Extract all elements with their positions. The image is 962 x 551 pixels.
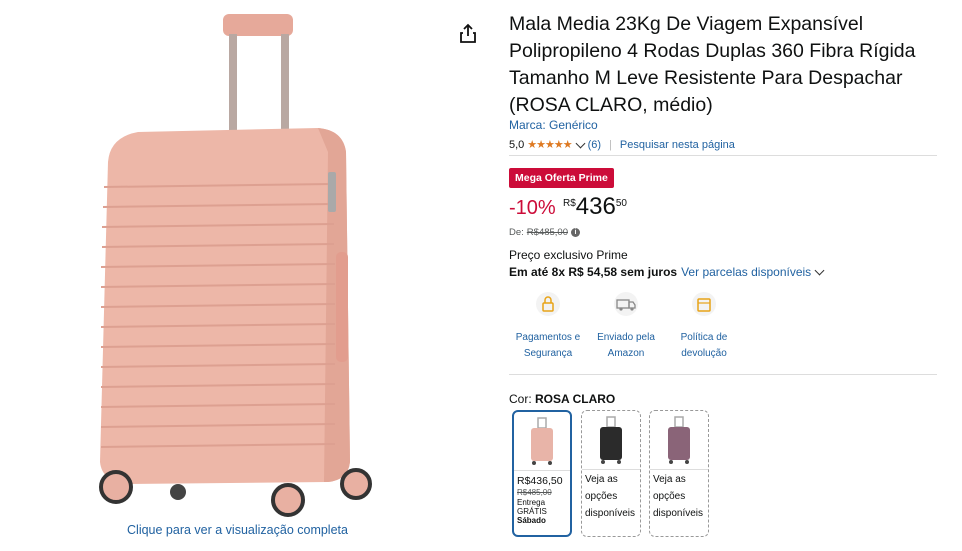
return-box-icon	[692, 292, 716, 316]
price-fraction: 50	[615, 198, 627, 209]
color-label: Cor:	[509, 392, 532, 406]
price-whole: 436	[575, 193, 616, 220]
swatch-day: Sábado	[517, 516, 546, 525]
divider	[509, 155, 937, 156]
trust-returns-line1: Política de	[680, 332, 728, 343]
price: R$ 436 50	[563, 194, 627, 220]
color-swatch-black[interactable]: Veja as opções disponíveis	[581, 410, 641, 537]
chevron-down-icon[interactable]	[575, 138, 586, 148]
list-price-label: De:	[509, 227, 524, 238]
review-count-link[interactable]: (6)	[588, 139, 601, 151]
trust-payments-line1: Pagamentos e	[515, 332, 581, 343]
color-selector-label: Cor: ROSA CLARO	[509, 392, 615, 406]
swatch-availability-1: Veja as	[653, 474, 686, 485]
swatch-availability-1: Veja as	[585, 474, 618, 485]
trust-returns[interactable]: Política de devolução	[664, 292, 744, 362]
product-title: Mala Media 23Kg De Viagem Expansível Pol…	[509, 13, 916, 116]
lock-icon	[536, 292, 560, 316]
swatch-delivery: Entrega	[517, 498, 546, 507]
delivery-truck-icon	[614, 292, 638, 316]
installments-link[interactable]: Ver parcelas disponíveis	[681, 265, 811, 279]
info-icon[interactable]: i	[571, 228, 580, 237]
trust-shipping[interactable]: Enviado pela Amazon	[586, 292, 666, 362]
search-page-link[interactable]: Pesquisar nesta página	[620, 139, 735, 151]
full-view-link[interactable]: Clique para ver a visualização completa	[110, 523, 365, 537]
divider	[509, 374, 937, 375]
divider: |	[609, 138, 612, 151]
trust-payments-line2: Segurança	[523, 348, 573, 359]
installments-text: Em até 8x R$ 54,58 sem juros	[509, 265, 678, 279]
swatch-availability-3: disponíveis	[585, 508, 636, 519]
color-swatch-rosa-claro[interactable]: R$436,50 R$485,00 Entrega GRÁTIS Sábado	[512, 410, 572, 537]
color-selected: ROSA CLARO	[535, 392, 616, 406]
trust-returns-line2: devolução	[681, 348, 727, 359]
price-currency: R$	[563, 198, 576, 209]
swatch-availability-2: opções	[653, 491, 686, 502]
color-swatch-purple[interactable]: Veja as opções disponíveis	[649, 410, 709, 537]
star-rating-icon[interactable]: ★★★★★	[527, 138, 572, 151]
trust-shipping-line1: Enviado pela	[597, 332, 655, 343]
installments-row: Em até 8x R$ 54,58 sem juros Ver parcela…	[509, 265, 827, 279]
discount-percent: -10%	[509, 197, 556, 219]
swatch-free: GRÁTIS	[517, 507, 547, 516]
swatch-old-price: R$485,00	[517, 488, 552, 497]
rating-value: 5,0	[509, 138, 525, 151]
brand-link[interactable]: Marca: Genérico	[509, 118, 598, 132]
trust-shipping-line2: Amazon	[607, 348, 645, 359]
list-price: R$485,00	[526, 227, 568, 238]
swatch-image	[650, 411, 708, 470]
prime-exclusive-label: Preço exclusivo Prime	[509, 248, 628, 262]
list-price-row: De: R$485,00 i	[509, 227, 580, 238]
swatch-availability-3: disponíveis	[653, 508, 704, 519]
swatch-availability-2: opções	[585, 491, 618, 502]
share-icon[interactable]	[458, 22, 478, 44]
rating-row: 5,0 ★★★★★ (6) | Pesquisar nesta página	[509, 138, 735, 151]
swatch-image	[582, 411, 640, 470]
swatch-price: R$436,50	[517, 475, 563, 487]
chevron-down-icon[interactable]	[814, 265, 825, 276]
trust-payments[interactable]: Pagamentos e Segurança	[508, 292, 588, 362]
swatch-image	[514, 412, 570, 471]
product-main-image[interactable]	[88, 12, 388, 522]
deal-badge: Mega Oferta Prime	[509, 168, 614, 188]
